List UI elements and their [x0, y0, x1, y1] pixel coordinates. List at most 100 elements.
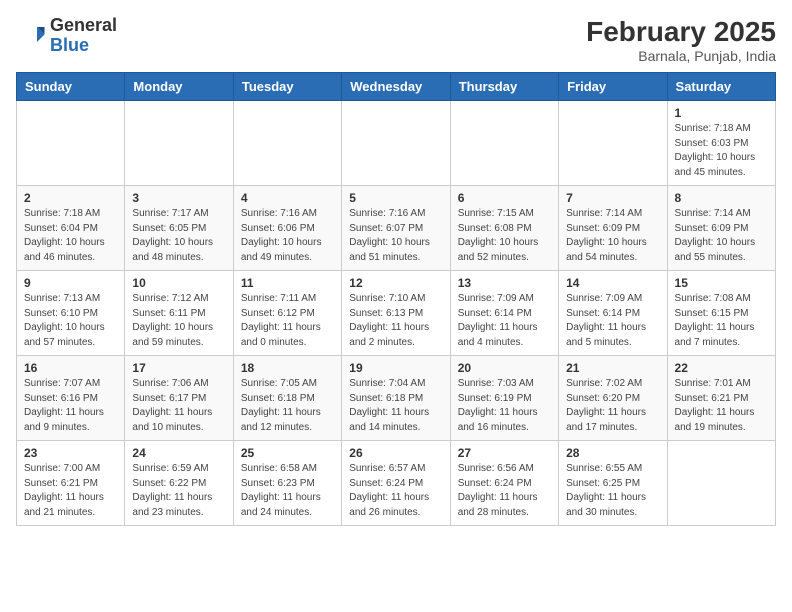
day-number: 19 [349, 361, 442, 375]
day-info: Sunrise: 7:18 AM Sunset: 6:03 PM Dayligh… [675, 122, 768, 180]
day-info: Sunrise: 7:13 AM Sunset: 6:10 PM Dayligh… [24, 292, 117, 350]
day-info: Sunrise: 7:14 AM Sunset: 6:09 PM Dayligh… [566, 207, 659, 265]
calendar-week-4: 16 Sunrise: 7:07 AM Sunset: 6:16 PM Dayli… [17, 356, 776, 441]
calendar-cell: 19 Sunrise: 7:04 AM Sunset: 6:18 PM Dayli… [342, 356, 450, 441]
calendar-week-2: 2 Sunrise: 7:18 AM Sunset: 6:04 PM Daylig… [17, 186, 776, 271]
day-number: 1 [675, 106, 768, 120]
day-info: Sunrise: 6:56 AM Sunset: 6:24 PM Dayligh… [458, 462, 551, 520]
day-of-week-sunday: Sunday [17, 73, 125, 101]
day-info: Sunrise: 7:15 AM Sunset: 6:08 PM Dayligh… [458, 207, 551, 265]
calendar-cell [450, 101, 558, 186]
calendar-cell: 18 Sunrise: 7:05 AM Sunset: 6:18 PM Dayli… [233, 356, 341, 441]
day-number: 2 [24, 191, 117, 205]
calendar-cell: 25 Sunrise: 6:58 AM Sunset: 6:23 PM Dayli… [233, 441, 341, 526]
day-number: 18 [241, 361, 334, 375]
logo-icon [16, 21, 46, 51]
calendar-cell [559, 101, 667, 186]
day-info: Sunrise: 6:55 AM Sunset: 6:25 PM Dayligh… [566, 462, 659, 520]
calendar-cell: 1 Sunrise: 7:18 AM Sunset: 6:03 PM Daylig… [667, 101, 775, 186]
calendar-cell: 11 Sunrise: 7:11 AM Sunset: 6:12 PM Dayli… [233, 271, 341, 356]
calendar-cell: 9Sunrise: 7:13 AM Sunset: 6:10 PM Daylig… [17, 271, 125, 356]
calendar-cell [125, 101, 233, 186]
day-number: 11 [241, 276, 334, 290]
calendar-week-1: 1 Sunrise: 7:18 AM Sunset: 6:03 PM Daylig… [17, 101, 776, 186]
day-info: Sunrise: 7:03 AM Sunset: 6:19 PM Dayligh… [458, 377, 551, 435]
calendar-cell [17, 101, 125, 186]
day-number: 4 [241, 191, 334, 205]
day-number: 28 [566, 446, 659, 460]
calendar-cell [667, 441, 775, 526]
day-number: 7 [566, 191, 659, 205]
day-info: Sunrise: 6:59 AM Sunset: 6:22 PM Dayligh… [132, 462, 225, 520]
day-number: 5 [349, 191, 442, 205]
day-number: 27 [458, 446, 551, 460]
calendar-cell [342, 101, 450, 186]
day-number: 10 [132, 276, 225, 290]
day-info: Sunrise: 7:11 AM Sunset: 6:12 PM Dayligh… [241, 292, 334, 350]
day-number: 21 [566, 361, 659, 375]
day-number: 13 [458, 276, 551, 290]
day-info: Sunrise: 7:18 AM Sunset: 6:04 PM Dayligh… [24, 207, 117, 265]
calendar-cell: 2 Sunrise: 7:18 AM Sunset: 6:04 PM Daylig… [17, 186, 125, 271]
page-header: General Blue February 2025 Barnala, Punj… [16, 16, 776, 64]
logo: General Blue [16, 16, 117, 56]
location: Barnala, Punjab, India [586, 48, 776, 64]
day-number: 16 [24, 361, 117, 375]
day-info: Sunrise: 6:57 AM Sunset: 6:24 PM Dayligh… [349, 462, 442, 520]
month-title: February 2025 [586, 16, 776, 48]
logo-general: General [50, 15, 117, 35]
day-info: Sunrise: 6:58 AM Sunset: 6:23 PM Dayligh… [241, 462, 334, 520]
calendar-cell [233, 101, 341, 186]
day-info: Sunrise: 7:07 AM Sunset: 6:16 PM Dayligh… [24, 377, 117, 435]
calendar-cell: 28 Sunrise: 6:55 AM Sunset: 6:25 PM Dayli… [559, 441, 667, 526]
day-of-week-thursday: Thursday [450, 73, 558, 101]
day-number: 23 [24, 446, 117, 460]
day-info: Sunrise: 7:01 AM Sunset: 6:21 PM Dayligh… [675, 377, 768, 435]
day-info: Sunrise: 7:09 AM Sunset: 6:14 PM Dayligh… [566, 292, 659, 350]
calendar-week-5: 23Sunrise: 7:00 AM Sunset: 6:21 PM Dayli… [17, 441, 776, 526]
day-number: 22 [675, 361, 768, 375]
calendar: SundayMondayTuesdayWednesdayThursdayFrid… [16, 72, 776, 526]
calendar-cell: 16 Sunrise: 7:07 AM Sunset: 6:16 PM Dayli… [17, 356, 125, 441]
calendar-cell: 6 Sunrise: 7:15 AM Sunset: 6:08 PM Daylig… [450, 186, 558, 271]
day-info: Sunrise: 7:17 AM Sunset: 6:05 PM Dayligh… [132, 207, 225, 265]
day-of-week-tuesday: Tuesday [233, 73, 341, 101]
calendar-week-3: 9Sunrise: 7:13 AM Sunset: 6:10 PM Daylig… [17, 271, 776, 356]
calendar-cell: 17 Sunrise: 7:06 AM Sunset: 6:17 PM Dayli… [125, 356, 233, 441]
logo-text: General Blue [50, 16, 117, 56]
day-of-week-monday: Monday [125, 73, 233, 101]
day-number: 12 [349, 276, 442, 290]
day-number: 3 [132, 191, 225, 205]
day-of-week-friday: Friday [559, 73, 667, 101]
day-info: Sunrise: 7:10 AM Sunset: 6:13 PM Dayligh… [349, 292, 442, 350]
day-number: 20 [458, 361, 551, 375]
calendar-cell: 13Sunrise: 7:09 AM Sunset: 6:14 PM Dayli… [450, 271, 558, 356]
calendar-header-row: SundayMondayTuesdayWednesdayThursdayFrid… [17, 73, 776, 101]
day-info: Sunrise: 7:12 AM Sunset: 6:11 PM Dayligh… [132, 292, 225, 350]
calendar-cell: 7 Sunrise: 7:14 AM Sunset: 6:09 PM Daylig… [559, 186, 667, 271]
day-info: Sunrise: 7:14 AM Sunset: 6:09 PM Dayligh… [675, 207, 768, 265]
calendar-cell: 15Sunrise: 7:08 AM Sunset: 6:15 PM Dayli… [667, 271, 775, 356]
day-info: Sunrise: 7:06 AM Sunset: 6:17 PM Dayligh… [132, 377, 225, 435]
day-info: Sunrise: 7:05 AM Sunset: 6:18 PM Dayligh… [241, 377, 334, 435]
calendar-cell: 24Sunrise: 6:59 AM Sunset: 6:22 PM Dayli… [125, 441, 233, 526]
calendar-cell: 27 Sunrise: 6:56 AM Sunset: 6:24 PM Dayli… [450, 441, 558, 526]
calendar-cell: 14Sunrise: 7:09 AM Sunset: 6:14 PM Dayli… [559, 271, 667, 356]
day-number: 6 [458, 191, 551, 205]
day-info: Sunrise: 7:16 AM Sunset: 6:06 PM Dayligh… [241, 207, 334, 265]
calendar-cell: 26 Sunrise: 6:57 AM Sunset: 6:24 PM Dayli… [342, 441, 450, 526]
calendar-cell: 8Sunrise: 7:14 AM Sunset: 6:09 PM Daylig… [667, 186, 775, 271]
calendar-cell: 3 Sunrise: 7:17 AM Sunset: 6:05 PM Daylig… [125, 186, 233, 271]
day-info: Sunrise: 7:08 AM Sunset: 6:15 PM Dayligh… [675, 292, 768, 350]
title-block: February 2025 Barnala, Punjab, India [586, 16, 776, 64]
calendar-cell: 4 Sunrise: 7:16 AM Sunset: 6:06 PM Daylig… [233, 186, 341, 271]
day-number: 26 [349, 446, 442, 460]
day-of-week-saturday: Saturday [667, 73, 775, 101]
logo-blue: Blue [50, 35, 89, 55]
calendar-cell: 5Sunrise: 7:16 AM Sunset: 6:07 PM Daylig… [342, 186, 450, 271]
day-number: 17 [132, 361, 225, 375]
calendar-cell: 22 Sunrise: 7:01 AM Sunset: 6:21 PM Dayli… [667, 356, 775, 441]
day-of-week-wednesday: Wednesday [342, 73, 450, 101]
day-info: Sunrise: 7:04 AM Sunset: 6:18 PM Dayligh… [349, 377, 442, 435]
day-number: 25 [241, 446, 334, 460]
